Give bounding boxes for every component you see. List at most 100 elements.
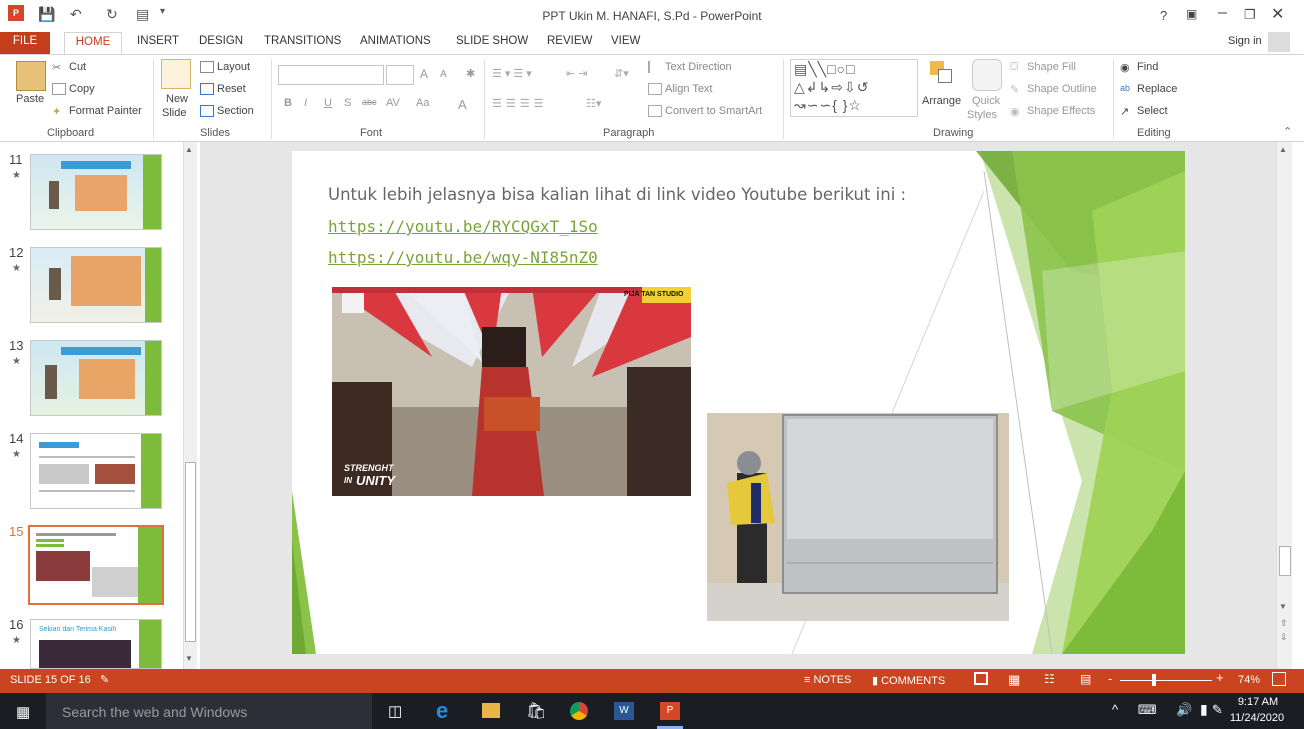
slide-thumbnail-11[interactable]	[30, 154, 162, 230]
spell-check-icon[interactable]: ✎	[100, 673, 109, 686]
tab-review[interactable]: REVIEW	[547, 35, 592, 47]
reading-view-icon[interactable]: ☷	[1044, 672, 1055, 686]
scroll-down-icon[interactable]: ▼	[1279, 602, 1287, 611]
scroll-up-icon[interactable]: ▲	[185, 145, 193, 154]
font-name-input[interactable]	[278, 65, 384, 85]
tab-slide-show[interactable]: SLIDE SHOW	[456, 35, 528, 47]
section-button[interactable]: Section	[200, 105, 254, 118]
layout-button[interactable]: Layout	[200, 61, 250, 74]
tab-transitions[interactable]: TRANSITIONS	[264, 35, 341, 47]
slide-thumbnail-13[interactable]	[30, 340, 162, 416]
clear-formatting-icon[interactable]: ✱	[466, 67, 475, 80]
powerpoint-taskbar-icon[interactable]: P	[660, 702, 680, 720]
scroll-thumb[interactable]	[185, 462, 196, 642]
system-tray-icons[interactable]: ^ ⌨ 🔊 ✎	[1112, 702, 1231, 718]
taskbar-search-box[interactable]: Search the web and Windows	[46, 693, 372, 729]
next-slide-icon[interactable]: ⇩	[1280, 632, 1288, 643]
paste-icon[interactable]	[16, 61, 46, 91]
previous-slide-icon[interactable]: ⇧	[1280, 618, 1288, 629]
bold-button[interactable]: B	[284, 97, 292, 109]
replace-button[interactable]: ab Replace	[1120, 83, 1177, 95]
scroll-down-icon[interactable]: ▼	[185, 654, 193, 663]
shape-fill-button[interactable]: ⛋ Shape Fill	[1010, 61, 1076, 73]
ribbon-display-options-icon[interactable]: ▣	[1186, 7, 1197, 21]
youtube-link-1[interactable]: https://youtu.be/RYCQGxT_1So	[328, 217, 598, 236]
font-size-input[interactable]	[386, 65, 414, 85]
new-slide-icon[interactable]	[161, 59, 191, 89]
slide-15[interactable]: Untuk lebih jelasnya bisa kalian lihat d…	[292, 151, 1185, 654]
change-case-button[interactable]: Aa	[416, 97, 429, 109]
new-slide-button[interactable]: New	[166, 93, 188, 105]
zoom-out-button[interactable]: -	[1108, 671, 1112, 686]
zoom-slider[interactable]	[1120, 680, 1212, 681]
edge-browser-icon[interactable]: e	[436, 698, 448, 724]
store-icon[interactable]: 🛍	[526, 701, 546, 721]
align-icon[interactable]: ☰☰☰☰	[492, 97, 547, 110]
tab-design[interactable]: DESIGN	[199, 35, 243, 47]
normal-view-icon[interactable]	[974, 672, 988, 685]
shrink-font-button[interactable]: A	[440, 69, 447, 80]
align-text-button[interactable]: Align Text	[648, 83, 713, 96]
italic-button[interactable]: I	[304, 97, 307, 109]
slide-thumbnail-14[interactable]	[30, 433, 162, 509]
minimize-button[interactable]: –	[1218, 4, 1227, 22]
restore-button[interactable]: ❐	[1244, 7, 1256, 23]
slide-thumbnail-12[interactable]	[30, 247, 162, 323]
arrange-icon[interactable]	[928, 59, 956, 91]
new-slide-dropdown[interactable]: Slide	[162, 107, 186, 119]
quick-styles-dropdown[interactable]: Styles	[967, 109, 997, 121]
font-color-button[interactable]: A	[458, 97, 467, 112]
slide-show-icon[interactable]: ▤	[1080, 672, 1091, 686]
bullets-icon[interactable]: ☰▾☰▾	[492, 67, 535, 80]
paste-button[interactable]: Paste	[16, 93, 44, 105]
cut-button[interactable]: ✂ Cut	[52, 61, 86, 74]
zoom-slider-thumb[interactable]	[1152, 674, 1156, 686]
shape-outline-button[interactable]: ✎ Shape Outline	[1010, 83, 1097, 96]
whiteboard-photo[interactable]	[707, 413, 1009, 621]
help-button[interactable]: ?	[1160, 8, 1167, 23]
clock-date[interactable]: 11/24/2020	[1226, 712, 1288, 724]
thumbnail-scrollbar[interactable]: ▲ ▼	[183, 142, 197, 669]
scroll-thumb[interactable]	[1279, 546, 1291, 576]
comments-button[interactable]: ▮ COMMENTS	[872, 674, 945, 687]
zoom-in-button[interactable]: +	[1216, 670, 1224, 685]
tab-file[interactable]: FILE	[0, 32, 50, 54]
slide-scrollbar[interactable]: ▲ ▼ ⇧ ⇩	[1276, 142, 1292, 669]
task-view-icon[interactable]: ◫	[388, 702, 402, 720]
close-button[interactable]: ✕	[1271, 4, 1284, 24]
quick-styles-icon[interactable]	[972, 59, 1002, 91]
format-painter-button[interactable]: ✦ Format Painter	[52, 105, 142, 118]
columns-icon[interactable]: ☷▾	[586, 97, 601, 110]
reset-button[interactable]: Reset	[200, 83, 246, 96]
file-explorer-icon[interactable]	[482, 703, 500, 718]
copy-button[interactable]: Copy	[52, 83, 95, 96]
avatar[interactable]	[1268, 32, 1290, 52]
shadow-button[interactable]: S	[344, 97, 351, 109]
tab-view[interactable]: VIEW	[611, 35, 640, 47]
word-icon[interactable]: W	[614, 702, 634, 720]
select-button[interactable]: ↗ Select	[1120, 105, 1168, 118]
quick-styles-button[interactable]: Quick	[972, 95, 1000, 107]
character-spacing-button[interactable]: AV	[386, 97, 400, 109]
slide-sorter-icon[interactable]: ▦	[1008, 672, 1020, 688]
shape-effects-button[interactable]: ◉ Shape Effects	[1010, 105, 1095, 118]
shapes-gallery[interactable]: ▤╲╲□○□ △↲↳⇨⇩↺ ↝∽∽{ }☆	[790, 59, 918, 117]
convert-smartart-button[interactable]: Convert to SmartArt	[648, 105, 762, 118]
text-direction-button[interactable]: Text Direction	[648, 61, 732, 74]
tab-animations[interactable]: ANIMATIONS	[360, 35, 431, 47]
notification-icon[interactable]: ▮	[1200, 701, 1208, 718]
strikethrough-button[interactable]: abc	[362, 97, 377, 107]
line-spacing-icon[interactable]: ⇵▾	[614, 67, 629, 80]
slide-thumbnail-16[interactable]: Sekian dan Terima Kasih	[30, 619, 162, 669]
collapse-ribbon-icon[interactable]: ⌃	[1283, 125, 1292, 138]
underline-button[interactable]: U	[324, 97, 332, 109]
youtube-link-2[interactable]: https://youtu.be/wqy-NI85nZ0	[328, 248, 598, 267]
zoom-level[interactable]: 74%	[1238, 674, 1260, 686]
tab-insert[interactable]: INSERT	[137, 35, 179, 47]
slide-thumbnail-15[interactable]	[28, 525, 164, 605]
tab-home[interactable]: HOME	[64, 32, 122, 55]
clock-time[interactable]: 9:17 AM	[1232, 696, 1284, 708]
notes-button[interactable]: ≡ NOTES	[804, 674, 851, 686]
windows-start-icon[interactable]: ▦	[16, 703, 30, 721]
scroll-up-icon[interactable]: ▲	[1279, 145, 1287, 154]
